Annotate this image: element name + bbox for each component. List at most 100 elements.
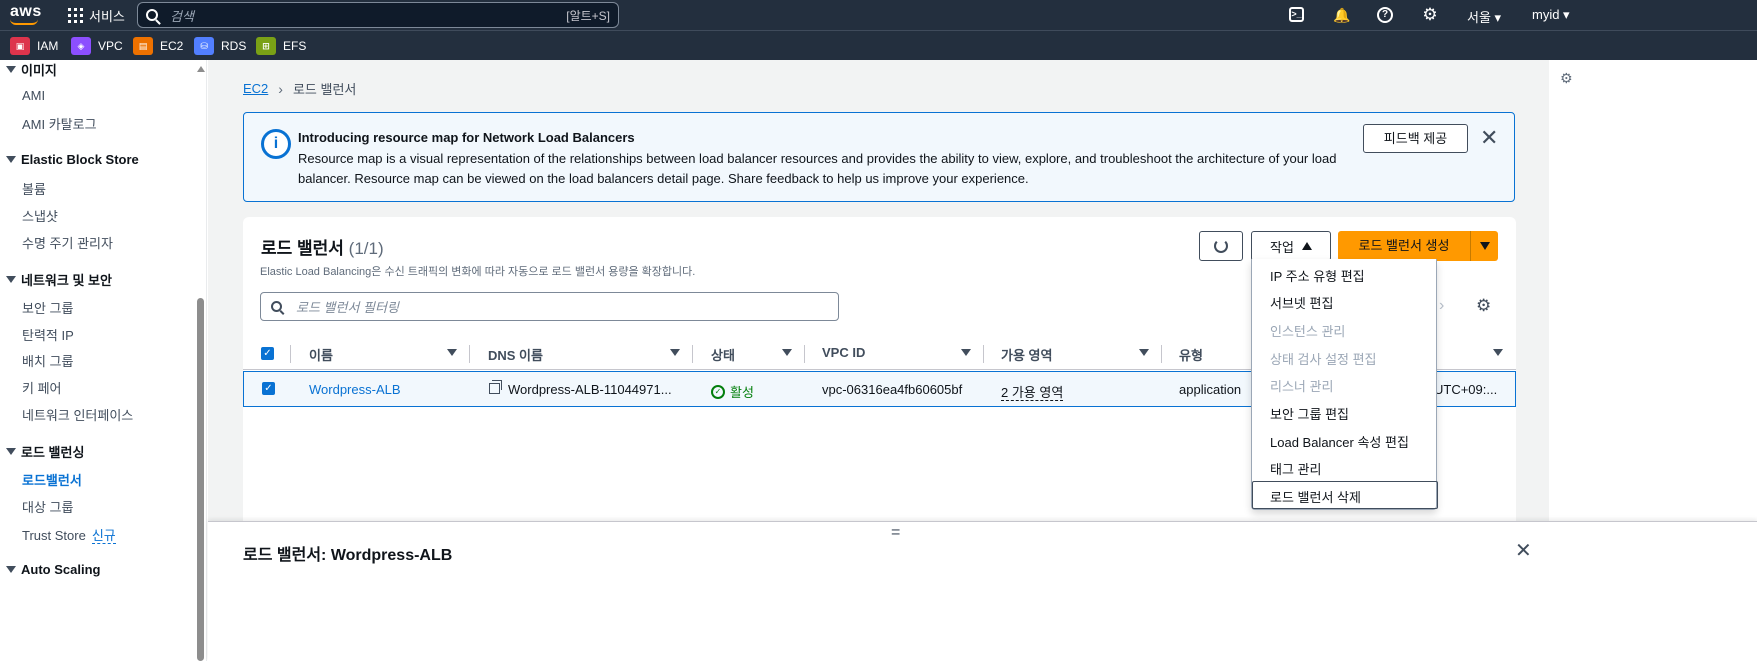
favorite-vpc[interactable]: ◈ VPC xyxy=(71,37,123,55)
column-header-vpc-id[interactable]: VPC ID xyxy=(822,345,865,360)
sidebar-item-elastic-ip[interactable]: 탄력적 IP xyxy=(22,325,74,344)
menu-item-edit-security-groups[interactable]: 보안 그룹 편집 xyxy=(1270,404,1349,423)
menu-item-edit-subnets[interactable]: 서브넷 편집 xyxy=(1270,293,1333,312)
search-shortcut: [알트+S] xyxy=(566,8,610,23)
chevron-right-icon: › xyxy=(278,80,283,97)
column-header-type[interactable]: 유형 xyxy=(1179,345,1203,364)
cloudshell-icon[interactable]: >_ xyxy=(1289,7,1304,22)
scrollbar-thumb[interactable] xyxy=(197,298,204,661)
favorite-label: EC2 xyxy=(160,39,184,53)
sort-icon[interactable] xyxy=(447,349,457,356)
actions-dropdown-menu: IP 주소 유형 편집 서브넷 편집 인스턴스 관리 상태 검사 설정 편집 리… xyxy=(1251,259,1438,510)
availability-zones-cell[interactable]: 2 가용 영역 xyxy=(1001,382,1064,401)
column-header-dns[interactable]: DNS 이름 xyxy=(488,345,543,364)
sidebar-item-placement-groups[interactable]: 배치 그룹 xyxy=(22,351,73,370)
sidebar-section-images[interactable]: 이미지 xyxy=(6,60,57,79)
info-flashbar: i Introducing resource map for Network L… xyxy=(243,112,1515,202)
column-header-name[interactable]: 이름 xyxy=(309,345,333,364)
favorite-label: IAM xyxy=(37,39,59,53)
rds-icon: ⛁ xyxy=(194,37,214,55)
sidebar-section-ebs[interactable]: Elastic Block Store xyxy=(6,152,139,167)
breadcrumb-ec2-link[interactable]: EC2 xyxy=(243,81,268,96)
column-header-state[interactable]: 상태 xyxy=(711,345,735,364)
column-divider xyxy=(290,345,291,363)
chevron-right-icon[interactable]: › xyxy=(1439,297,1444,315)
sort-icon[interactable] xyxy=(1493,349,1503,356)
scroll-up-arrow-icon[interactable] xyxy=(197,66,205,72)
favorite-efs[interactable]: ⊞ EFS xyxy=(256,37,306,55)
sidebar-item-network-interfaces[interactable]: 네트워크 인터페이스 xyxy=(22,405,133,424)
row-checkbox[interactable]: ✓ xyxy=(262,382,275,395)
account-menu[interactable]: myid ▾ xyxy=(1532,7,1570,23)
sort-icon[interactable] xyxy=(670,349,680,356)
actions-label: 작업 xyxy=(1270,239,1294,255)
grid-icon xyxy=(68,8,83,23)
sidebar-section-label: Auto Scaling xyxy=(21,562,101,577)
sidebar-section-network-security[interactable]: 네트워크 및 보안 xyxy=(6,270,112,289)
favorite-label: RDS xyxy=(221,39,247,53)
global-search-input[interactable]: 검색 [알트+S] xyxy=(137,2,619,28)
sidebar-item-lifecycle-manager[interactable]: 수명 주기 관리자 xyxy=(22,233,113,252)
sidebar-section-label: 이미지 xyxy=(21,63,57,78)
sidebar: 이미지 AMI AMI 카탈로그 Elastic Block Store 볼륨 … xyxy=(0,60,207,661)
panel-description: Elastic Load Balancing은 수신 트래픽의 변화에 따라 자… xyxy=(260,266,696,278)
status-active-icon: ✓ xyxy=(711,384,725,399)
gear-icon[interactable]: ⚙ xyxy=(1560,70,1573,87)
sidebar-section-load-balancing[interactable]: 로드 밸런싱 xyxy=(6,442,84,461)
sidebar-item-ami[interactable]: AMI xyxy=(22,88,45,103)
vpc-icon: ◈ xyxy=(71,37,91,55)
sidebar-item-label: Trust Store xyxy=(22,528,86,543)
sidebar-item-security-groups[interactable]: 보안 그룹 xyxy=(22,298,73,317)
state-cell: ✓ 활성 xyxy=(711,382,754,401)
sidebar-item-trust-store[interactable]: Trust Store 신규 xyxy=(22,525,116,544)
feedback-button[interactable]: 피드백 제공 xyxy=(1363,124,1468,153)
notifications-bell-icon[interactable]: 🔔 xyxy=(1333,6,1351,24)
sidebar-item-volumes[interactable]: 볼륨 xyxy=(22,179,46,198)
sidebar-item-target-groups[interactable]: 대상 그룹 xyxy=(22,497,73,516)
sort-icon[interactable] xyxy=(961,349,971,356)
settings-gear-icon[interactable]: ⚙ xyxy=(1421,6,1439,24)
menu-item-delete-load-balancer[interactable]: 로드 밸런서 삭제 xyxy=(1270,487,1361,506)
actions-dropdown-button[interactable]: 작업 xyxy=(1251,231,1331,261)
select-all-checkbox[interactable]: ✓ xyxy=(261,347,274,360)
search-icon xyxy=(146,9,158,21)
favorite-ec2[interactable]: ▤ EC2 xyxy=(133,37,183,55)
menu-item-manage-tags[interactable]: 태그 관리 xyxy=(1270,459,1321,478)
sidebar-item-key-pairs[interactable]: 키 페어 xyxy=(22,378,62,397)
sidebar-scrollbar[interactable] xyxy=(196,60,206,661)
search-placeholder: 검색 xyxy=(170,8,194,24)
column-header-az[interactable]: 가용 영역 xyxy=(1001,345,1052,364)
sidebar-item-snapshots[interactable]: 스냅샷 xyxy=(22,206,58,225)
sort-icon[interactable] xyxy=(782,349,792,356)
close-icon[interactable]: ✕ xyxy=(1515,538,1532,563)
panel-title-text: 로드 밸런서 xyxy=(261,239,344,258)
sidebar-section-auto-scaling[interactable]: Auto Scaling xyxy=(6,562,100,577)
split-panel: = 로드 밸런서: Wordpress-ALB ✕ xyxy=(208,521,1757,661)
menu-item-edit-health-check: 상태 검사 설정 편집 xyxy=(1270,352,1377,367)
create-dropdown-toggle[interactable] xyxy=(1470,231,1498,261)
help-icon[interactable]: ? xyxy=(1377,7,1393,23)
resize-handle[interactable]: = xyxy=(891,524,900,542)
column-divider xyxy=(692,345,693,363)
sidebar-item-ami-catalog[interactable]: AMI 카탈로그 xyxy=(22,114,97,133)
favorite-iam[interactable]: ▣ IAM xyxy=(10,37,58,55)
close-icon[interactable]: ✕ xyxy=(1480,125,1498,151)
copy-icon[interactable] xyxy=(489,380,502,394)
menu-item-edit-attributes[interactable]: Load Balancer 속성 편집 xyxy=(1270,432,1409,451)
services-menu-button[interactable]: 서비스 xyxy=(68,6,125,25)
filter-input[interactable]: 로드 밸런서 필터링 xyxy=(260,292,839,321)
region-selector[interactable]: 서울 ▾ xyxy=(1467,7,1501,26)
favorite-rds[interactable]: ⛁ RDS xyxy=(194,37,246,55)
create-load-balancer-button[interactable]: 로드 밸런서 생성 xyxy=(1338,231,1470,261)
top-navigation: aws 서비스 검색 [알트+S] >_ 🔔 ? ⚙ 서울 ▾ myid ▾ xyxy=(0,0,1757,30)
panel-title: 로드 밸런서 (1/1) xyxy=(261,234,384,259)
refresh-button[interactable] xyxy=(1199,231,1243,261)
caret-down-icon xyxy=(6,156,16,163)
info-icon: i xyxy=(261,129,291,159)
sidebar-item-load-balancers[interactable]: 로드밸런서 xyxy=(22,470,82,489)
sort-icon[interactable] xyxy=(1139,349,1149,356)
menu-item-edit-ip-type[interactable]: IP 주소 유형 편집 xyxy=(1270,266,1365,285)
ec2-icon: ▤ xyxy=(133,37,153,55)
gear-icon[interactable]: ⚙ xyxy=(1476,297,1494,315)
load-balancer-name-link[interactable]: Wordpress-ALB xyxy=(309,382,401,397)
